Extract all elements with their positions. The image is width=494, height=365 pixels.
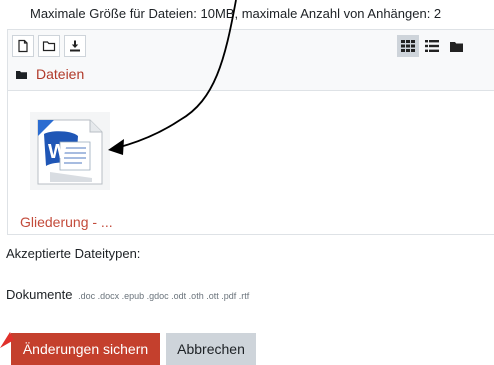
file-tile[interactable]: W [30,112,110,190]
save-changes-button[interactable]: Änderungen sichern [11,333,160,365]
grid-view-button[interactable] [397,35,419,57]
tree-view-button[interactable] [445,35,467,57]
file-name-link[interactable]: Gliederung - ... [20,214,113,230]
tree-view-icon [449,41,463,52]
download-icon [70,40,80,52]
accepted-file-types: Dokumente .doc .docx .epub .gdoc .odt .o… [6,287,249,302]
file-manager: Dateien W Gliederung - ... [7,29,494,235]
create-folder-icon [42,41,56,52]
file-manager-toolbar: Dateien [8,30,494,91]
create-folder-button[interactable] [38,35,60,57]
grid-view-icon [401,40,415,52]
breadcrumb: Dateien [16,66,84,82]
folder-icon [16,70,27,79]
cancel-button[interactable]: Abbrechen [166,333,256,365]
file-type-category: Dokumente [6,287,73,302]
breadcrumb-folder-link[interactable]: Dateien [36,66,84,82]
add-file-icon [18,39,28,53]
file-size-info: Maximale Größe für Dateien: 10MB, maxima… [30,6,442,21]
svg-text:W: W [48,141,67,163]
list-view-icon [425,40,439,52]
add-file-button[interactable] [12,35,34,57]
file-type-extensions: .doc .docx .epub .gdoc .odt .oth .ott .p… [78,291,250,301]
download-button[interactable] [64,35,86,57]
list-view-button[interactable] [421,35,443,57]
word-document-icon: W [30,112,110,190]
accepted-file-types-label: Akzeptierte Dateitypen: [6,246,141,261]
